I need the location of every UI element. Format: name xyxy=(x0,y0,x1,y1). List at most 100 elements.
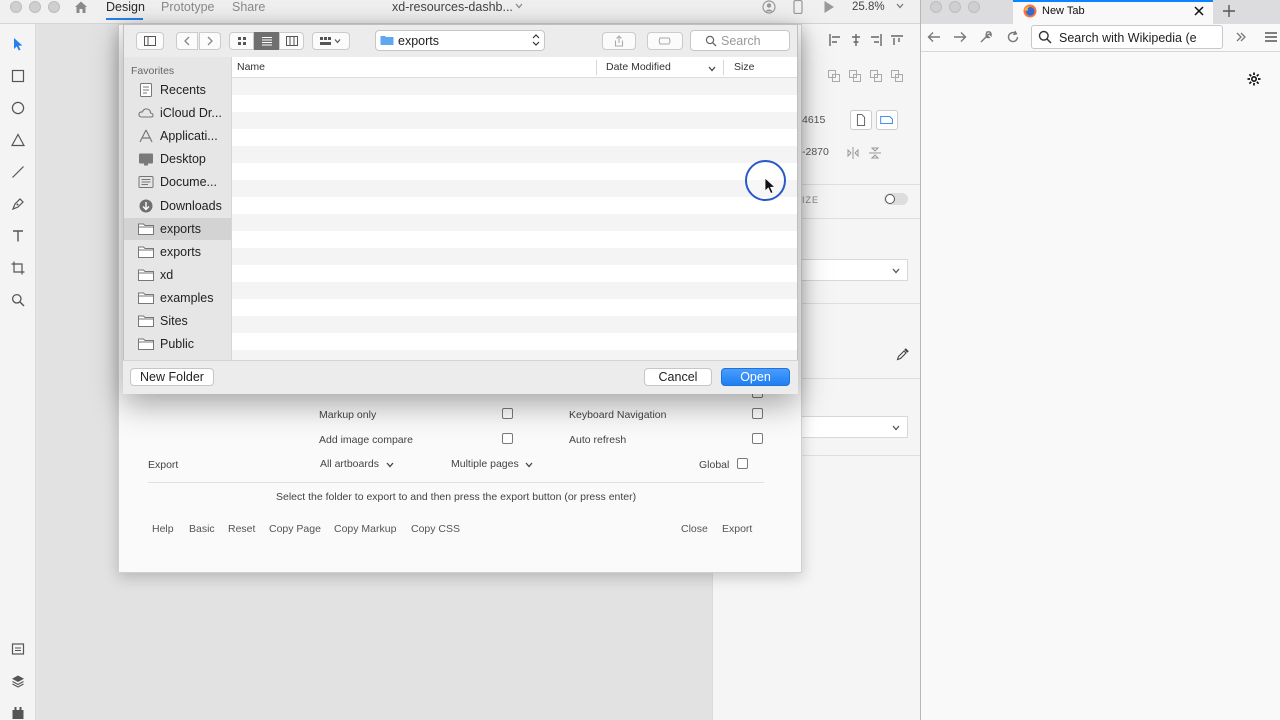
tab-design[interactable]: Design xyxy=(106,0,145,24)
align-top-icon[interactable] xyxy=(891,34,903,46)
chevron-down-icon[interactable] xyxy=(385,459,395,469)
width-value[interactable]: 4615 xyxy=(802,114,825,126)
landscape-orientation-button[interactable] xyxy=(876,110,898,130)
copy-css-link[interactable]: Copy CSS xyxy=(411,523,460,535)
line-tool-icon[interactable] xyxy=(9,163,27,181)
artboards-select[interactable]: All artboards xyxy=(320,458,379,470)
sidebar-item[interactable]: exports xyxy=(124,217,231,240)
portrait-orientation-button[interactable] xyxy=(850,110,872,130)
export-link[interactable]: Export xyxy=(722,523,752,535)
sidebar-item[interactable]: Desktop xyxy=(124,148,231,170)
minimize-window-button[interactable] xyxy=(29,1,41,13)
polygon-tool-icon[interactable] xyxy=(9,131,27,149)
home-icon[interactable] xyxy=(74,0,88,14)
hamburger-menu-icon[interactable] xyxy=(1262,29,1278,45)
reset-link[interactable]: Reset xyxy=(228,523,255,535)
sidebar-item[interactable]: Applicati... xyxy=(124,125,231,147)
markup-only-checkbox[interactable] xyxy=(502,408,513,419)
new-tab-icon[interactable] xyxy=(1221,3,1237,19)
height-value[interactable]: -2870 xyxy=(802,146,829,158)
close-tab-icon[interactable] xyxy=(1192,4,1206,18)
global-checkbox[interactable] xyxy=(737,458,748,469)
boolean-subtract-icon[interactable] xyxy=(849,70,861,82)
sidebar-item[interactable]: exports xyxy=(124,241,231,263)
forward-button[interactable] xyxy=(199,32,221,50)
name-column-header[interactable]: Name xyxy=(237,61,265,73)
overflow-chevron-icon[interactable] xyxy=(1233,29,1249,45)
chevron-down-icon[interactable] xyxy=(891,422,901,432)
sidebar-item[interactable]: Downloads xyxy=(124,195,231,217)
wrench-icon[interactable] xyxy=(978,29,994,45)
boolean-exclude-icon[interactable] xyxy=(891,70,903,82)
back-arrow-icon[interactable] xyxy=(926,29,942,45)
tab-prototype[interactable]: Prototype xyxy=(161,0,215,24)
file-list[interactable]: Name Date Modified Size xyxy=(231,57,797,360)
reload-icon[interactable] xyxy=(1005,29,1021,45)
document-title[interactable]: xd-resources-dashb... xyxy=(392,0,513,14)
forward-arrow-icon[interactable] xyxy=(952,29,968,45)
assets-panel-icon[interactable] xyxy=(9,640,27,658)
zoom-level[interactable]: 25.8% xyxy=(852,0,885,14)
flip-vertical-icon[interactable] xyxy=(869,147,881,159)
ff-minimize-window-button[interactable] xyxy=(949,1,961,13)
pages-select[interactable]: Multiple pages xyxy=(451,458,519,470)
new-folder-button[interactable]: New Folder xyxy=(130,368,214,386)
play-icon[interactable] xyxy=(823,0,835,14)
plugins-panel-icon[interactable] xyxy=(9,704,27,720)
select-tool-icon[interactable] xyxy=(9,35,27,53)
align-left-icon[interactable] xyxy=(829,34,841,46)
auto-refresh-checkbox[interactable] xyxy=(752,433,763,444)
sidebar-toggle-button[interactable] xyxy=(136,32,164,50)
align-center-icon[interactable] xyxy=(850,34,862,46)
open-button[interactable]: Open xyxy=(721,368,790,386)
list-view-button[interactable] xyxy=(254,32,279,50)
sidebar-item[interactable]: Sites xyxy=(124,310,231,332)
tag-button[interactable] xyxy=(647,32,683,50)
sidebar-item[interactable]: Recents xyxy=(124,79,231,101)
chevron-down-icon[interactable] xyxy=(891,265,901,275)
copy-markup-link[interactable]: Copy Markup xyxy=(334,523,396,535)
icon-view-button[interactable] xyxy=(229,32,254,50)
date-modified-column-header[interactable]: Date Modified xyxy=(606,61,671,73)
rectangle-tool-icon[interactable] xyxy=(9,67,27,85)
gear-icon[interactable] xyxy=(1246,71,1262,87)
copy-page-link[interactable]: Copy Page xyxy=(269,523,321,535)
layers-panel-icon[interactable] xyxy=(9,672,27,690)
boolean-intersect-icon[interactable] xyxy=(870,70,882,82)
chevron-down-icon[interactable] xyxy=(524,459,534,469)
sidebar-item[interactable]: Public xyxy=(124,333,231,355)
ff-close-window-button[interactable] xyxy=(930,1,942,13)
text-tool-icon[interactable] xyxy=(9,227,27,245)
back-button[interactable] xyxy=(176,32,198,50)
user-icon[interactable] xyxy=(762,0,776,14)
zoom-window-button[interactable] xyxy=(48,1,60,13)
eyedropper-icon[interactable] xyxy=(896,347,910,361)
align-right-icon[interactable] xyxy=(870,34,882,46)
sidebar-item[interactable]: iCloud Dr... xyxy=(124,102,231,124)
add-image-compare-checkbox[interactable] xyxy=(502,433,513,444)
flip-horizontal-icon[interactable] xyxy=(847,147,859,159)
artboard-tool-icon[interactable] xyxy=(9,259,27,277)
sidebar-item[interactable]: Docume... xyxy=(124,171,231,193)
zoom-chevron-icon[interactable] xyxy=(895,0,905,10)
column-view-button[interactable] xyxy=(279,32,304,50)
tab-share[interactable]: Share xyxy=(232,0,265,24)
ellipse-tool-icon[interactable] xyxy=(9,99,27,117)
cancel-button[interactable]: Cancel xyxy=(644,368,712,386)
zoom-tool-icon[interactable] xyxy=(9,291,27,309)
pen-tool-icon[interactable] xyxy=(9,195,27,213)
share-button[interactable] xyxy=(602,32,636,50)
sort-chevron-icon[interactable] xyxy=(707,63,717,73)
boolean-add-icon[interactable] xyxy=(828,70,840,82)
sidebar-item[interactable]: examples xyxy=(124,287,231,309)
size-column-header[interactable]: Size xyxy=(734,61,754,73)
close-link[interactable]: Close xyxy=(681,523,708,535)
chevron-down-icon[interactable] xyxy=(514,0,524,10)
device-preview-icon[interactable] xyxy=(792,0,804,15)
sidebar-item[interactable]: xd xyxy=(124,264,231,286)
help-link[interactable]: Help xyxy=(152,523,174,535)
responsive-resize-toggle[interactable] xyxy=(884,193,908,205)
gallery-view-button[interactable] xyxy=(312,32,350,50)
ff-zoom-window-button[interactable] xyxy=(968,1,980,13)
close-window-button[interactable] xyxy=(10,1,22,13)
